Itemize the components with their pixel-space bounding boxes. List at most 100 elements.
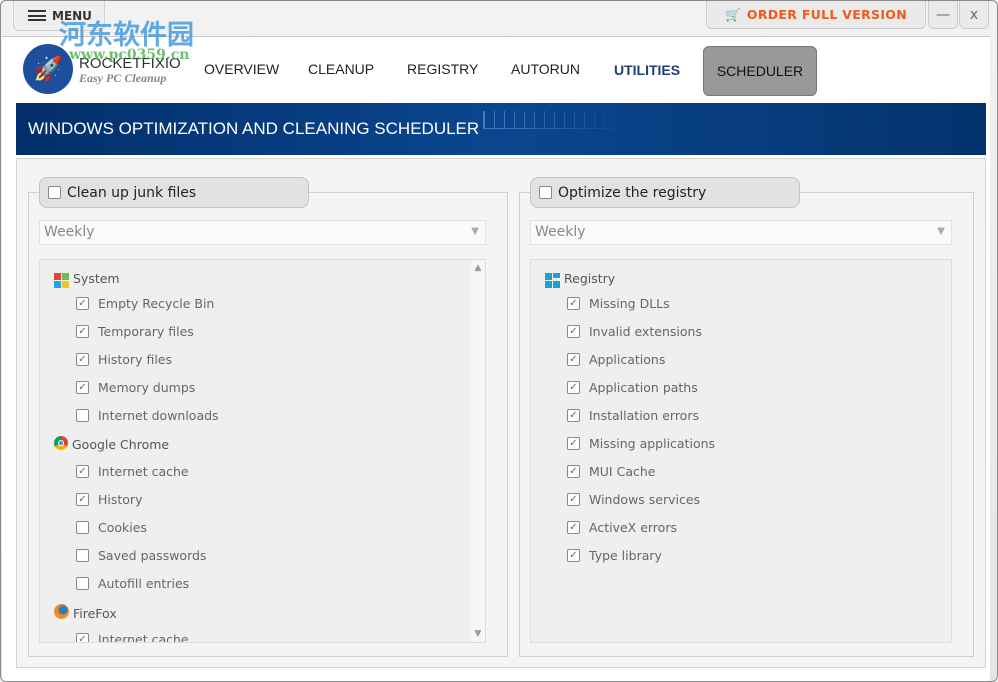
item-label: Application paths	[589, 380, 698, 395]
left-items-list: System ✓ Empty Recycle Bin ✓ Temporary files…	[39, 259, 486, 643]
item-label: Empty Recycle Bin	[98, 296, 215, 311]
checkbox[interactable]	[539, 186, 552, 199]
scheduler-body: Clean up junk files Weekly ▼ System ✓ Empty R…	[16, 158, 986, 668]
checkbox[interactable]: ✓	[567, 353, 580, 366]
dropdown-value: Weekly	[535, 224, 586, 240]
list-item[interactable]: ✓ Type library	[567, 548, 662, 563]
order-full-version-button[interactable]: 🛒 ORDER FULL VERSION	[706, 1, 926, 29]
minimize-button[interactable]: —	[928, 1, 958, 29]
checkbox[interactable]: ✓	[76, 353, 89, 366]
checkbox[interactable]: ✓	[567, 297, 580, 310]
item-label: Internet cache	[98, 464, 189, 479]
list-item[interactable]: ✓ Application paths	[567, 380, 698, 395]
watermark-url: www.pc0359.cn	[69, 47, 190, 63]
list-item[interactable]: ✓ Memory dumps	[76, 380, 195, 395]
list-item[interactable]: ✓ History	[76, 492, 142, 507]
item-label: Autofill entries	[98, 576, 190, 591]
registry-icon	[545, 268, 560, 288]
item-label: Missing DLLs	[589, 296, 670, 311]
item-label: Memory dumps	[98, 380, 196, 395]
scrollbar[interactable]: ▲ ▼	[471, 260, 485, 642]
tab-scheduler[interactable]: SCHEDULER	[703, 46, 817, 96]
list-item[interactable]: ✓ Internet cache	[76, 632, 189, 643]
checkbox[interactable]	[48, 186, 61, 199]
item-label: MUI Cache	[589, 464, 656, 479]
checkbox[interactable]: ✓	[76, 325, 89, 338]
list-item[interactable]: ✓ Missing DLLs	[567, 296, 670, 311]
checkbox[interactable]: ✓	[567, 521, 580, 534]
chevron-down-icon: ▼	[471, 226, 479, 237]
frequency-dropdown[interactable]: Weekly ▼	[530, 220, 952, 245]
checkbox[interactable]	[76, 521, 89, 534]
tab-autorun[interactable]: AUTORUN	[511, 61, 580, 77]
checkbox[interactable]	[76, 577, 89, 590]
checkbox[interactable]: ✓	[567, 493, 580, 506]
windows-icon	[54, 268, 69, 288]
right-group: Optimize the registry Weekly ▼ Registry ✓ Mis…	[519, 177, 974, 657]
item-label: Internet downloads	[98, 408, 219, 423]
list-item[interactable]: ✓ Missing applications	[567, 436, 715, 451]
list-item[interactable]: ✓ Windows services	[567, 492, 700, 507]
item-label: Applications	[589, 352, 666, 367]
tab-registry[interactable]: REGISTRY	[407, 61, 478, 77]
tab-overview[interactable]: OVERVIEW	[204, 61, 279, 77]
tab-utilities[interactable]: UTILITIES	[614, 62, 680, 78]
group-label: Clean up junk files	[67, 184, 197, 201]
list-item[interactable]: Autofill entries	[76, 576, 189, 591]
list-item[interactable]: ✓ ActiveX errors	[567, 520, 677, 535]
checkbox[interactable]: ✓	[567, 381, 580, 394]
list-item[interactable]: ✓ History files	[76, 352, 172, 367]
item-label: Cookies	[98, 520, 147, 535]
item-label: Saved passwords	[98, 548, 207, 563]
checkbox[interactable]: ✓	[567, 325, 580, 338]
item-label: Internet cache	[98, 632, 189, 643]
hamburger-icon	[28, 10, 46, 21]
cart-icon: 🛒	[725, 6, 741, 22]
checkbox[interactable]: ✓	[76, 493, 89, 506]
checkbox[interactable]: ✓	[567, 409, 580, 422]
list-item[interactable]: ✓ MUI Cache	[567, 464, 655, 479]
list-item[interactable]: ✓ Internet cache	[76, 464, 189, 479]
brand-tagline: Easy PC Cleanup	[79, 71, 167, 85]
category-firefox: FireFox	[54, 604, 117, 622]
checkbox[interactable]	[76, 409, 89, 422]
list-item[interactable]: ✓ Installation errors	[567, 408, 699, 423]
close-button[interactable]: x	[959, 1, 989, 29]
scroll-down-icon[interactable]: ▼	[471, 629, 485, 639]
list-item[interactable]: ✓ Invalid extensions	[567, 324, 702, 339]
chrome-icon	[54, 436, 68, 453]
category-system: System	[54, 268, 120, 288]
list-item[interactable]: Saved passwords	[76, 548, 206, 563]
checkbox[interactable]: ✓	[76, 633, 89, 642]
item-label: ActiveX errors	[589, 520, 677, 535]
page-title: WINDOWS OPTIMIZATION AND CLEANING SCHEDU…	[28, 119, 480, 138]
item-label: Windows services	[589, 492, 701, 507]
app-window: MENU 🛒 ORDER FULL VERSION — x 🚀 ROCKETFIX…	[0, 0, 998, 682]
checkbox[interactable]: ✓	[76, 297, 89, 310]
frequency-dropdown[interactable]: Weekly ▼	[39, 220, 486, 245]
list-item[interactable]: ✓ Temporary files	[76, 324, 194, 339]
list-item[interactable]: ✓ Empty Recycle Bin	[76, 296, 214, 311]
list-item[interactable]: ✓ Applications	[567, 352, 665, 367]
item-label: Missing applications	[589, 436, 716, 451]
left-enable-toggle[interactable]: Clean up junk files	[39, 177, 309, 208]
category-label: FireFox	[73, 605, 117, 621]
banner-decoration	[483, 111, 628, 129]
item-label: History	[98, 492, 143, 507]
right-items-list: Registry ✓ Missing DLLs ✓ Invalid extensions…	[530, 259, 952, 643]
list-item[interactable]: Internet downloads	[76, 408, 219, 423]
scroll-up-icon[interactable]: ▲	[471, 260, 485, 273]
checkbox[interactable]: ✓	[76, 381, 89, 394]
checkbox[interactable]: ✓	[76, 465, 89, 478]
checkbox[interactable]: ✓	[567, 549, 580, 562]
order-label: ORDER FULL VERSION	[746, 7, 907, 22]
checkbox[interactable]: ✓	[567, 465, 580, 478]
category-label: Registry	[564, 270, 616, 286]
right-enable-toggle[interactable]: Optimize the registry	[530, 177, 800, 208]
item-label: History files	[98, 352, 172, 367]
tab-cleanup[interactable]: CLEANUP	[308, 61, 374, 77]
checkbox[interactable]	[76, 549, 89, 562]
checkbox[interactable]: ✓	[567, 437, 580, 450]
item-label: Installation errors	[589, 408, 699, 423]
list-item[interactable]: Cookies	[76, 520, 147, 535]
